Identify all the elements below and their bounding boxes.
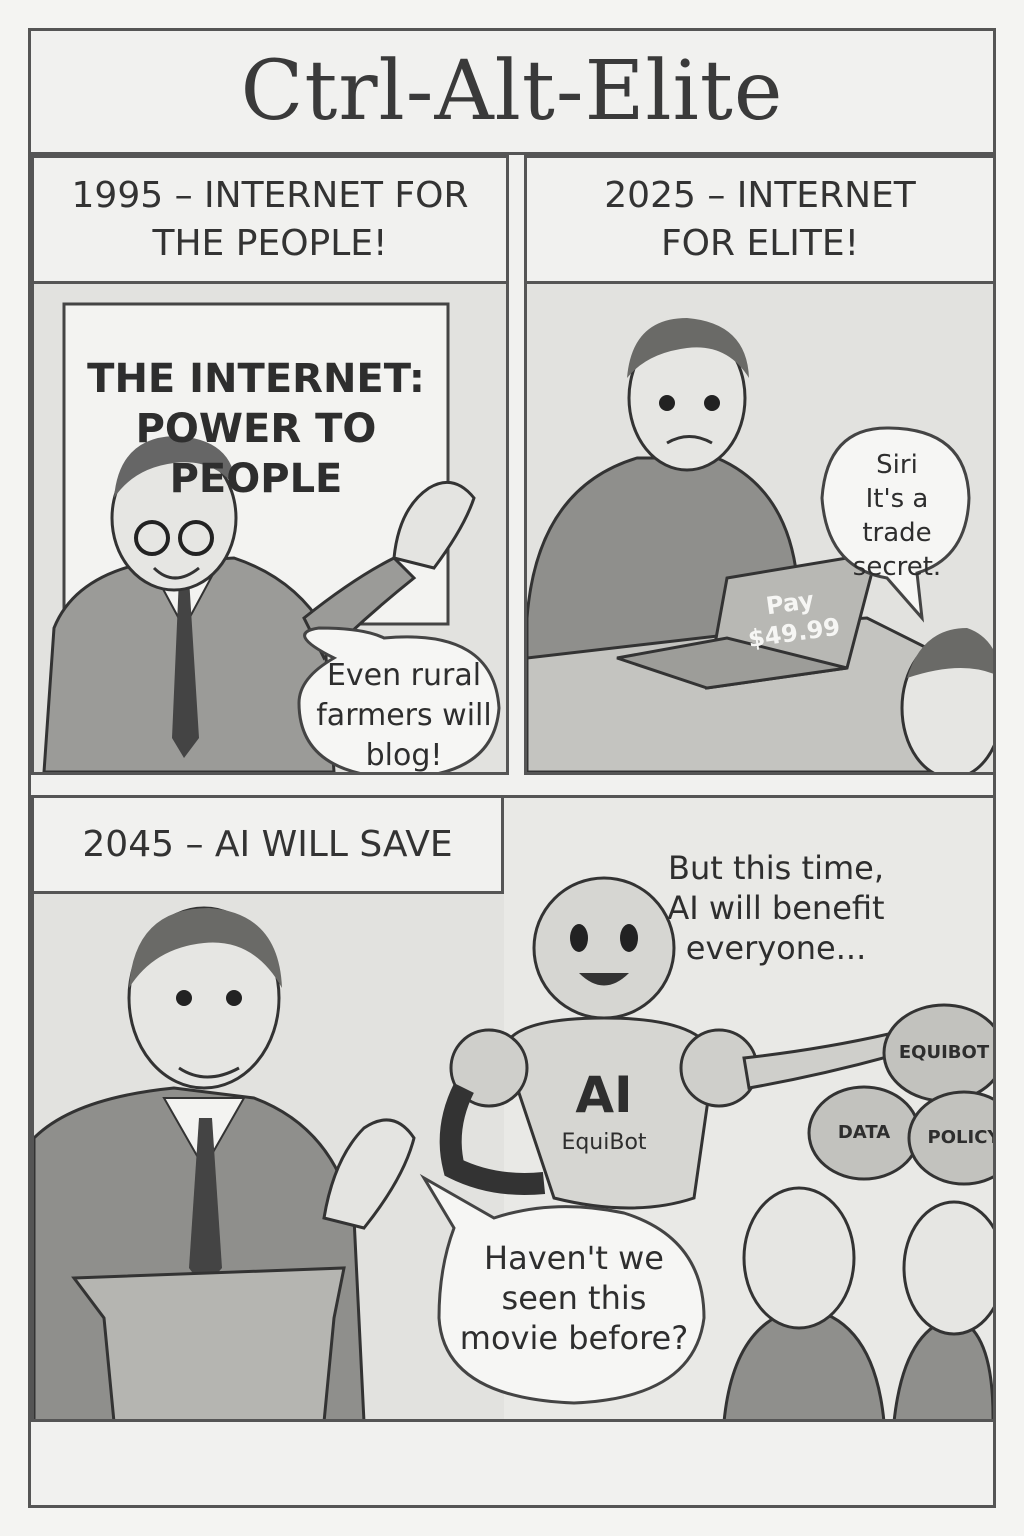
- speech-text-2025: Siri It's a trade secret.: [852, 450, 942, 582]
- comic-page: Ctrl-Alt-Elite 1995 – INTERNET FOR THE P…: [28, 28, 996, 1508]
- comic-title: Ctrl-Alt-Elite: [240, 44, 784, 139]
- title-bar: Ctrl-Alt-Elite: [31, 31, 993, 155]
- panel-2025: 2025 – INTERNET FOR ELITE! Pay $49.99 Si…: [524, 155, 996, 775]
- panel-1995: 1995 – INTERNET FOR THE PEOPLE! THE INTE…: [31, 155, 509, 775]
- poster-text: THE INTERNET: POWER TO PEOPLE: [87, 356, 425, 502]
- bottom-strip: [31, 1419, 993, 1505]
- audience-speech-text: Haven't we seen this movie before?: [459, 1239, 689, 1357]
- robot-name-label: EquiBot: [561, 1130, 647, 1155]
- podium: [71, 1266, 346, 1422]
- panel-2045: 2045 – AI WILL SAVE But this time, AI wi…: [31, 795, 996, 1425]
- robot-speech-text: But this time, AI will benefit everyone.…: [667, 849, 885, 967]
- robot-chest-label: AI: [575, 1066, 633, 1124]
- speech-text-1995: Even rural farmers will blog!: [316, 658, 492, 773]
- bag-policy-label: POLICY: [927, 1127, 996, 1148]
- bag-equibot-label: EQUIBOT: [898, 1042, 990, 1063]
- bag-data-label: DATA: [837, 1122, 891, 1143]
